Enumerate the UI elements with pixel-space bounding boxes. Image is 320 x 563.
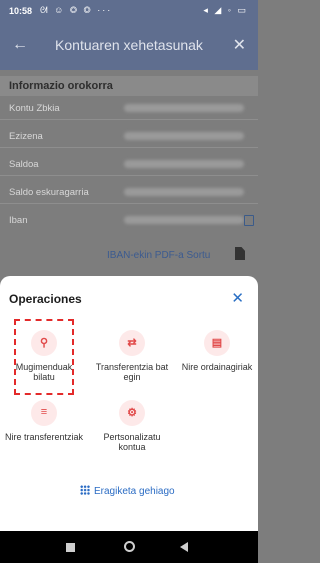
list-icon: ≡	[31, 400, 57, 426]
op-label: Pertsonalizatu kontua	[103, 432, 161, 452]
info-row-iban: Iban	[0, 208, 258, 232]
divider	[0, 175, 258, 176]
system-nav-bar	[0, 531, 258, 563]
more-operations-link[interactable]: Eragiketa gehiago	[80, 485, 175, 497]
system-icons: ◂ ◢ ◦ ▭	[203, 5, 248, 15]
info-row-alias: Ezizena	[0, 124, 258, 148]
notification-icons: ᘛ ☺ ◎ ◎ ···	[40, 5, 113, 15]
section-title: Informazio orokorra	[9, 80, 113, 92]
redacted-value	[124, 160, 244, 168]
info-label: Iban	[9, 215, 28, 226]
op-label: Transferentzia bat egin	[95, 362, 169, 382]
status-bar: 10:58 ᘛ ☺ ◎ ◎ ··· ◂ ◢ ◦ ▭	[0, 0, 258, 22]
status-time: 10:58	[9, 6, 33, 16]
home-icon[interactable]	[124, 541, 135, 552]
op-label: Nire transferentziak	[4, 432, 84, 442]
page-title: Kontuaren xehetasunak	[55, 37, 203, 53]
divider	[0, 203, 258, 204]
op-make-transfer[interactable]: ⇄ Transferentzia bat egin	[92, 330, 172, 382]
op-customize-account[interactable]: ⚙ Pertsonalizatu kontua	[92, 400, 172, 452]
info-row-available-balance: Saldo eskuragarria	[0, 180, 258, 204]
app-header: ← Kontuaren xehetasunak ✕	[0, 22, 258, 70]
transfer-icon: ⇄	[119, 330, 145, 356]
redacted-value	[124, 104, 244, 112]
settings-icon: ⚙	[119, 400, 145, 426]
info-row-balance: Saldoa	[0, 152, 258, 176]
op-my-receipts[interactable]: ▤ Nire ordainagiriak	[177, 330, 257, 372]
redacted-value	[124, 216, 244, 224]
sheet-title: Operaciones	[9, 292, 82, 306]
info-label: Saldo eskuragarria	[9, 187, 89, 198]
section-header: Informazio orokorra	[0, 76, 258, 96]
info-label: Saldoa	[9, 159, 39, 170]
receipt-icon: ▤	[204, 330, 230, 356]
grid-icon	[80, 485, 90, 495]
copy-icon[interactable]	[244, 215, 254, 226]
op-label: Nire ordainagiriak	[181, 362, 253, 372]
info-row-account-number: Kontu Zbkia	[0, 96, 258, 120]
info-label: Kontu Zbkia	[9, 103, 60, 114]
generate-pdf-link[interactable]: IBAN-ekin PDF-a Sortu	[107, 250, 210, 261]
close-icon[interactable]: ✕	[231, 289, 244, 307]
divider	[0, 147, 258, 148]
divider	[0, 119, 258, 120]
highlight-box	[14, 319, 74, 395]
op-my-transfers[interactable]: ≡ Nire transferentziak	[4, 400, 84, 442]
redacted-value	[124, 188, 244, 196]
more-label: Eragiketa gehiago	[94, 486, 175, 497]
operations-sheet: Operaciones ✕ ⚲ Mugimenduak bilatu ⇄ Tra…	[0, 276, 258, 516]
redacted-value	[124, 132, 244, 140]
back-icon[interactable]	[180, 542, 188, 552]
close-icon[interactable]: ✕	[233, 35, 246, 55]
info-label: Ezizena	[9, 131, 43, 142]
sheet-bottom	[0, 516, 258, 531]
recents-icon[interactable]	[66, 543, 75, 552]
